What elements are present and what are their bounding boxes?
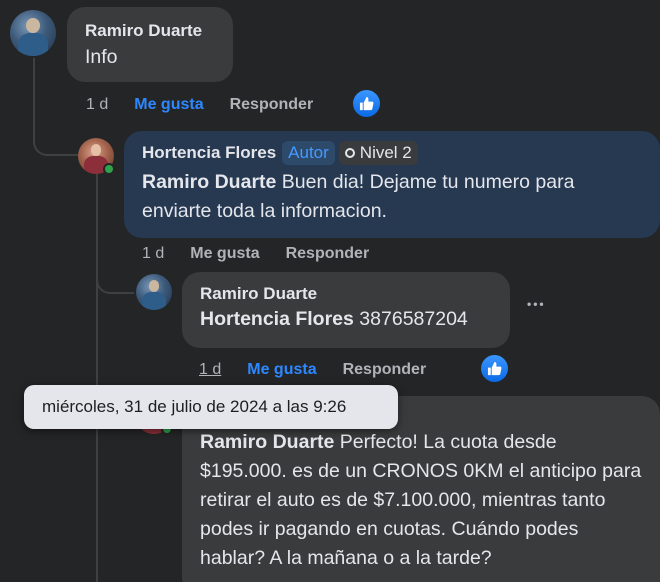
comment-actions: 1 d Me gusta Responder <box>142 245 395 263</box>
level-badge: Nivel 2 <box>338 141 418 165</box>
comment-bubble: Ramiro Duarte Info <box>67 7 233 82</box>
comment-text: Hortencia Flores 3876587204 <box>200 308 468 330</box>
avatar[interactable] <box>10 10 56 56</box>
like-count-badge[interactable] <box>353 90 380 117</box>
comment-text: Info <box>85 46 118 68</box>
comment-author[interactable]: Ramiro Duarte <box>85 21 215 41</box>
thumbs-up-icon <box>359 96 374 111</box>
comment-actions: 1 d Me gusta Responder <box>199 361 452 379</box>
reply-button[interactable]: Responder <box>286 245 370 262</box>
avatar[interactable] <box>136 274 172 310</box>
comment-actions: 1 d Me gusta Responder <box>86 96 339 114</box>
reply-button[interactable]: Responder <box>343 361 427 378</box>
comment-bubble: Ramiro Duarte Hortencia Flores 387658720… <box>182 272 510 348</box>
online-status-dot <box>103 163 115 175</box>
timestamp-tooltip: miércoles, 31 de julio de 2024 a las 9:2… <box>24 385 398 429</box>
reply-button[interactable]: Responder <box>230 96 314 113</box>
comment-text: Ramiro Duarte Perfecto! La cuota desde $… <box>200 431 642 569</box>
mention-link[interactable]: Hortencia Flores <box>200 308 354 330</box>
comment-author[interactable]: Ramiro Duarte <box>200 284 492 304</box>
level-badge-icon <box>344 148 355 158</box>
thread-line <box>96 172 98 582</box>
level-badge-label: Nivel 2 <box>359 143 412 162</box>
comment-timestamp[interactable]: 1 d <box>86 96 108 113</box>
comment-text: Ramiro Duarte Buen dia! Dejame tu numero… <box>142 171 575 222</box>
comment-bubble: Hortencia Flores Autor Nivel 2 Ramiro Duar… <box>124 131 660 238</box>
thread-line <box>96 250 134 294</box>
thumbs-up-icon <box>487 361 502 376</box>
comment-timestamp[interactable]: 1 d <box>199 361 221 378</box>
like-count-badge[interactable] <box>481 355 508 382</box>
comment-timestamp[interactable]: 1 d <box>142 245 164 262</box>
mention-link[interactable]: Ramiro Duarte <box>142 171 276 193</box>
like-button[interactable]: Me gusta <box>134 96 203 113</box>
more-icon[interactable]: ••• <box>527 297 546 311</box>
author-badge: Autor <box>282 141 335 165</box>
comment-author[interactable]: Hortencia Flores <box>142 143 276 162</box>
like-button[interactable]: Me gusta <box>247 361 316 378</box>
mention-link[interactable]: Ramiro Duarte <box>200 431 334 453</box>
like-button[interactable]: Me gusta <box>190 245 259 262</box>
